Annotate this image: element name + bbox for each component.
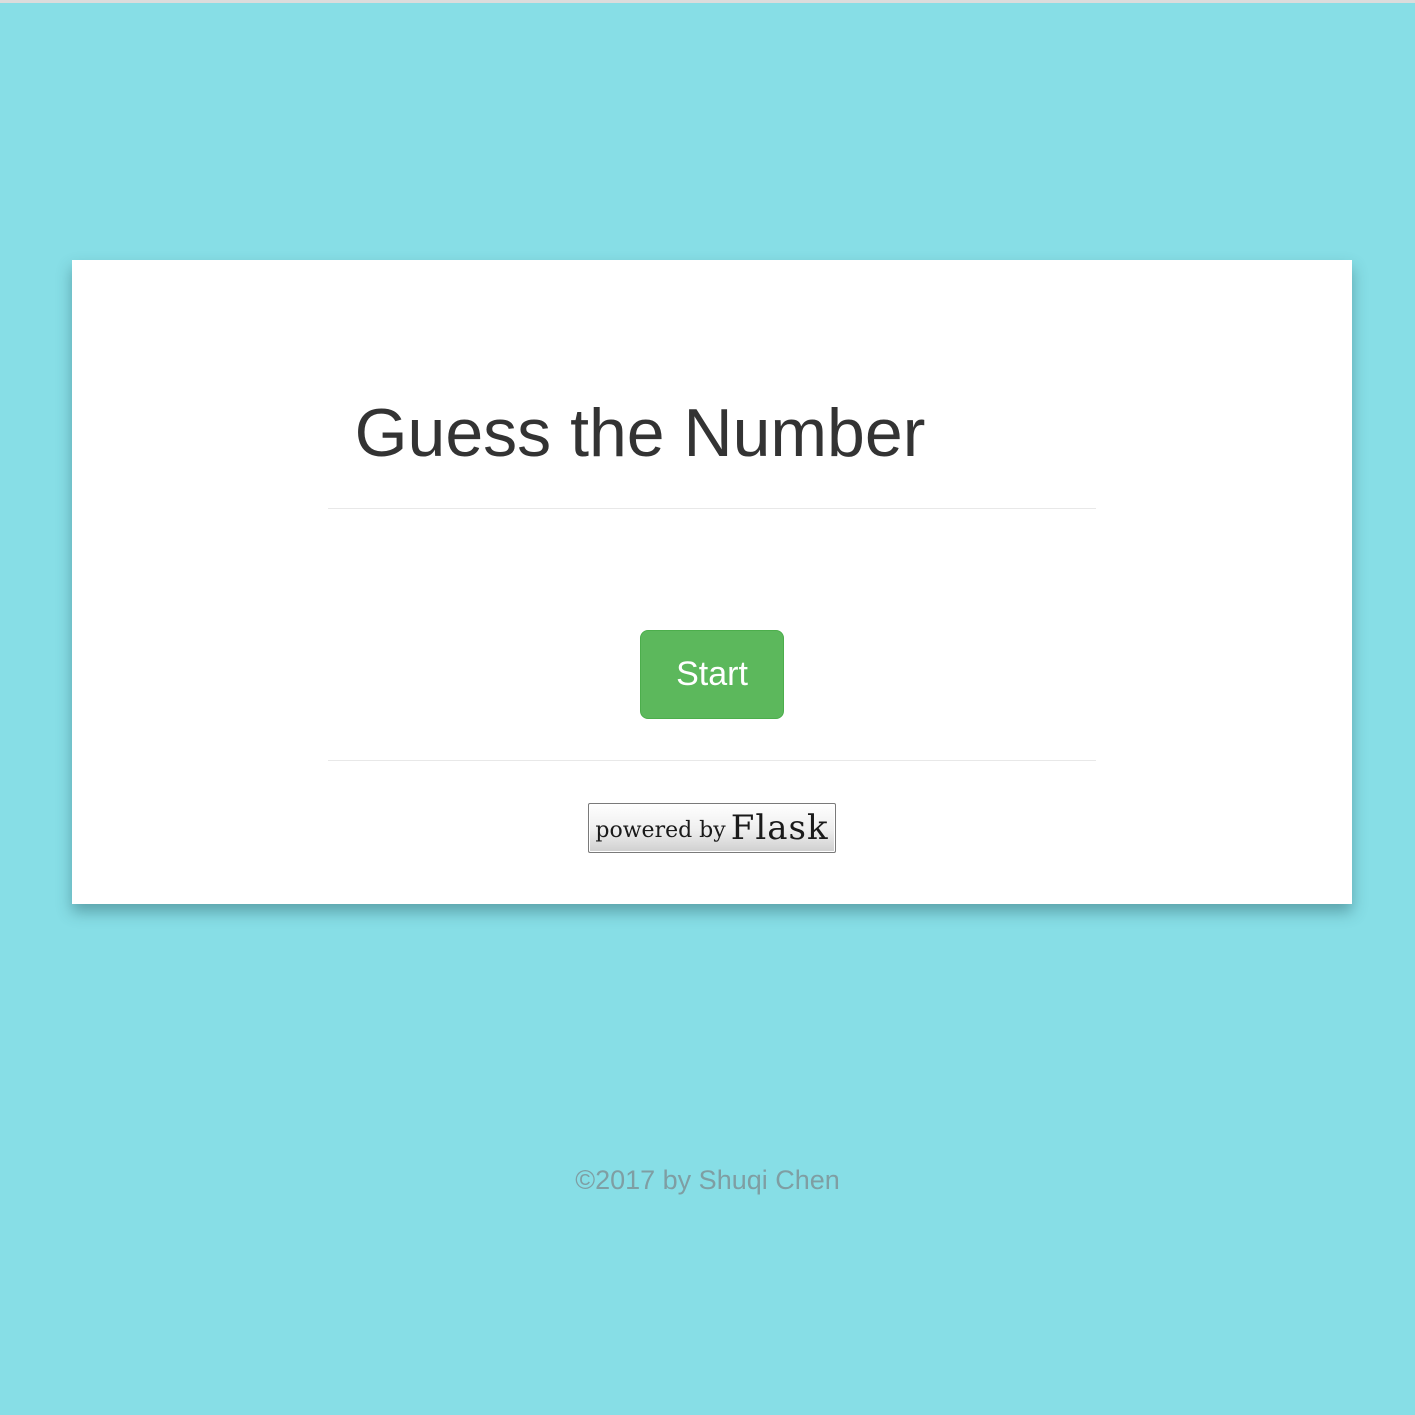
bottom-divider xyxy=(328,760,1096,761)
title-divider xyxy=(328,508,1096,509)
page-title: Guess the Number xyxy=(354,395,926,471)
copyright-footer: ©2017 by Shuqi Chen xyxy=(575,1165,840,1195)
badge-prefix: powered by xyxy=(595,818,726,843)
start-button[interactable]: Start xyxy=(640,630,784,719)
powered-by-flask-badge[interactable]: powered by Flask xyxy=(588,803,836,853)
browser-top-edge xyxy=(0,0,1415,3)
badge-name: Flask xyxy=(730,808,829,848)
